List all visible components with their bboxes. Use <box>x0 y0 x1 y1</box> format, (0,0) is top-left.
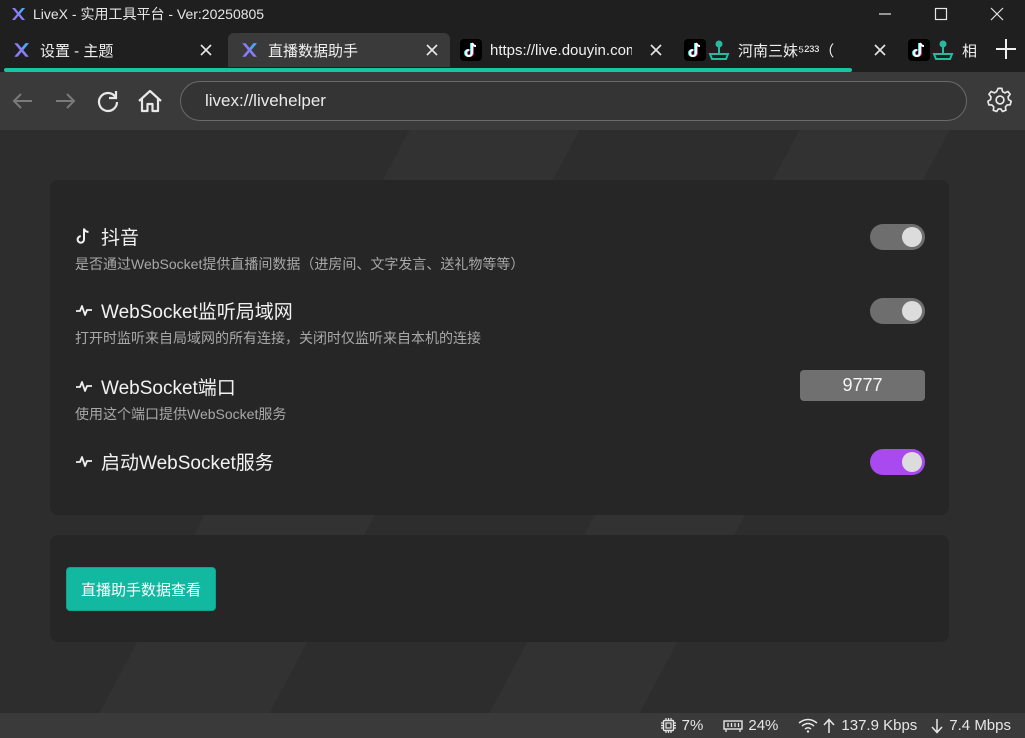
tab-henan-sanmei[interactable]: 河南三妹⁵²³³（ <box>674 33 898 67</box>
address-bar[interactable]: livex://livehelper <box>180 81 967 121</box>
download-speed: 7.4 Mbps <box>949 717 1011 734</box>
setting-douyin: 抖音 是否通过WebSocket提供直播间数据（进房间、文字发言、送礼物等等） <box>75 224 925 274</box>
window-title: LiveX - 实用工具平台 - Ver:20250805 <box>33 6 265 22</box>
tab-partial[interactable]: 相 <box>898 33 984 67</box>
setting-description: 是否通过WebSocket提供直播间数据（进房间、文字发言、送礼物等等） <box>75 256 525 272</box>
close-icon <box>874 44 886 56</box>
setting-title: WebSocket端口 <box>101 377 236 399</box>
maximize-button[interactable] <box>913 0 969 28</box>
douyin-toggle[interactable] <box>870 224 925 250</box>
status-bar: 7% 24% 137.9 Kbps 7.4 Mbps <box>0 713 1025 738</box>
tab-label: 河南三妹⁵²³³（ <box>738 42 835 60</box>
memory-icon <box>723 719 744 732</box>
joystick-icon <box>708 39 730 61</box>
upload-speed: 137.9 Kbps <box>841 717 918 734</box>
toggle-knob <box>902 452 922 472</box>
toggle-knob <box>902 301 922 321</box>
close-icon <box>990 7 1004 21</box>
pulse-icon <box>75 452 93 470</box>
memory-usage: 24% <box>723 717 778 734</box>
plus-icon <box>996 39 1016 59</box>
arrow-up-icon <box>823 717 835 733</box>
back-button[interactable] <box>10 88 36 114</box>
arrow-right-icon <box>56 93 76 109</box>
close-icon <box>650 44 662 56</box>
settings-button[interactable] <box>987 87 1015 115</box>
tab-live-helper[interactable]: 直播数据助手 <box>228 33 450 67</box>
cpu-usage: 7% <box>660 717 704 734</box>
url-text: livex://livehelper <box>205 91 326 110</box>
tab-close-button[interactable] <box>648 42 664 58</box>
setting-description: 打开时监听来自局域网的所有连接，关闭时仅监听来自本机的连接 <box>75 330 481 346</box>
actions-card: 直播助手数据查看 <box>50 535 949 642</box>
title-bar: LiveX - 实用工具平台 - Ver:20250805 <box>0 0 1025 28</box>
tab-label: https://live.douyin.com <box>490 41 632 59</box>
tab-close-button[interactable] <box>424 42 440 58</box>
maximize-icon <box>934 7 948 21</box>
close-icon <box>200 44 212 56</box>
toggle-knob <box>902 227 922 247</box>
cpu-icon <box>660 718 676 733</box>
forward-button[interactable] <box>52 88 78 114</box>
setting-title: 抖音 <box>101 227 140 249</box>
page-content: 抖音 是否通过WebSocket提供直播间数据（进房间、文字发言、送礼物等等） … <box>0 130 1025 713</box>
minimize-button[interactable] <box>857 0 913 28</box>
tab-label: 直播数据助手 <box>268 42 359 60</box>
setting-description: 使用这个端口提供WebSocket服务 <box>75 406 287 422</box>
setting-title: WebSocket监听局域网 <box>101 301 293 323</box>
pulse-icon <box>75 301 93 319</box>
websocket-service-toggle[interactable] <box>870 449 925 475</box>
home-button[interactable] <box>137 88 163 114</box>
settings-card: 抖音 是否通过WebSocket提供直播间数据（进房间、文字发言、送礼物等等） … <box>50 180 949 515</box>
setting-websocket-lan: WebSocket监听局域网 打开时监听来自局域网的所有连接，关闭时仅监听来自本… <box>75 298 925 348</box>
joystick-icon <box>932 39 954 61</box>
wifi-icon <box>798 718 818 733</box>
livex-logo-icon <box>238 39 260 61</box>
reload-button[interactable] <box>95 88 121 114</box>
tab-bar: 设置 - 主题 直播数据助手 https://live.douyin.com 河… <box>0 28 1025 72</box>
arrow-down-icon <box>931 718 943 734</box>
network-speed: 137.9 Kbps 7.4 Mbps <box>798 717 1011 734</box>
close-window-button[interactable] <box>969 0 1025 28</box>
new-tab-button[interactable] <box>995 38 1017 60</box>
livex-logo-icon <box>12 8 25 20</box>
tiktok-note-icon <box>75 227 93 245</box>
setting-websocket-port: WebSocket端口 使用这个端口提供WebSocket服务 <box>75 370 925 424</box>
tab-label: 设置 - 主题 <box>40 42 114 60</box>
minimize-icon <box>879 13 891 15</box>
tiktok-icon <box>684 39 706 61</box>
cpu-value: 7% <box>681 717 704 734</box>
home-icon <box>138 89 162 113</box>
websocket-port-input[interactable] <box>800 370 925 401</box>
tab-settings-theme[interactable]: 设置 - 主题 <box>0 33 224 67</box>
navigation-bar: livex://livehelper <box>0 72 1025 130</box>
pulse-icon <box>75 377 93 395</box>
websocket-lan-toggle[interactable] <box>870 298 925 324</box>
tiktok-icon <box>908 39 930 61</box>
memory-value: 24% <box>748 717 779 734</box>
setting-websocket-service: 启动WebSocket服务 <box>75 449 925 475</box>
gear-icon <box>987 87 1012 113</box>
tab-close-button[interactable] <box>872 42 888 58</box>
tab-close-button[interactable] <box>198 42 214 58</box>
tab-label: 相 <box>962 42 978 60</box>
arrow-left-icon <box>12 93 32 109</box>
livex-logo-icon <box>10 39 32 61</box>
refresh-icon <box>97 91 119 113</box>
close-icon <box>426 44 438 56</box>
view-helper-data-button[interactable]: 直播助手数据查看 <box>66 567 216 611</box>
tiktok-icon <box>460 39 482 61</box>
setting-title: 启动WebSocket服务 <box>101 452 274 474</box>
tab-douyin-live[interactable]: https://live.douyin.com <box>450 33 674 67</box>
